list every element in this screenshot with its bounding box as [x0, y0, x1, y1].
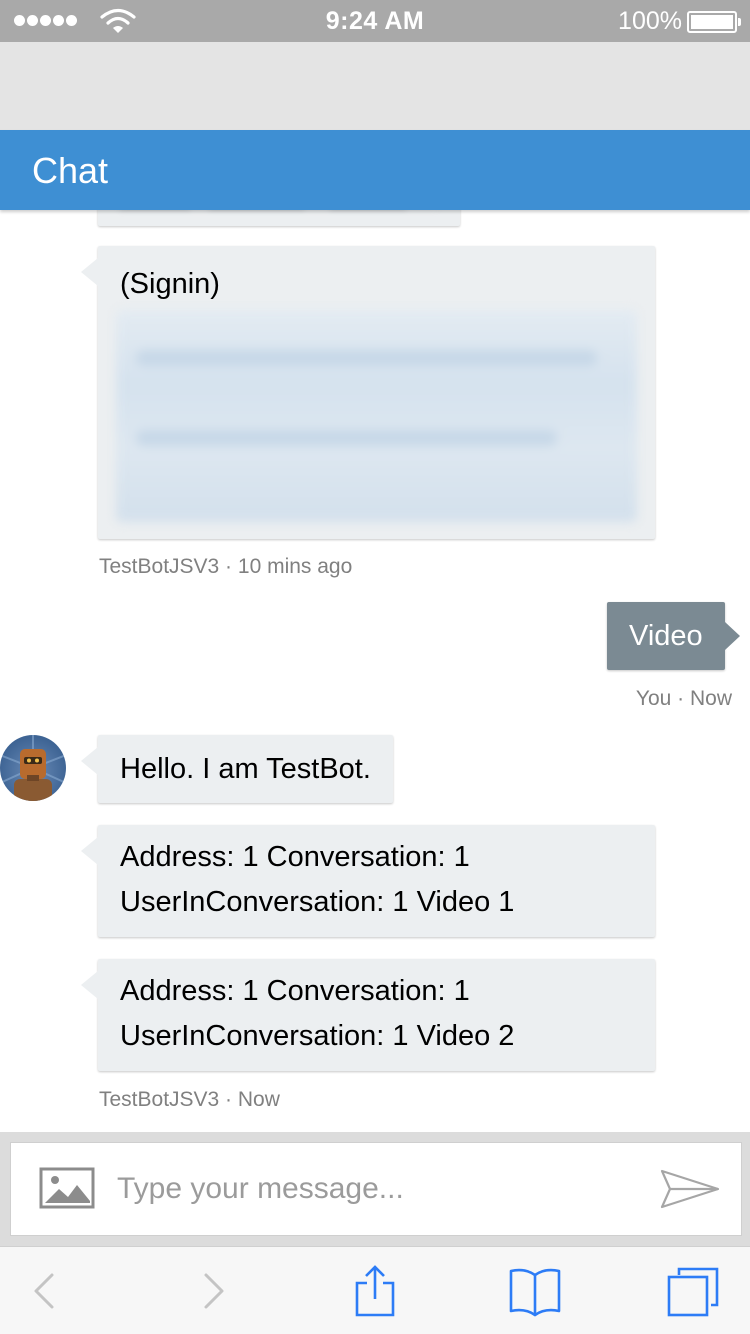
browser-top-bar [0, 42, 750, 130]
image-upload-icon[interactable] [39, 1167, 95, 1209]
browser-toolbar [0, 1246, 750, 1334]
message-input[interactable] [117, 1161, 637, 1217]
status-bar: 9:24 AM 100% [0, 0, 750, 42]
user-message-bubble: Video [607, 602, 740, 670]
forward-icon [204, 1273, 224, 1309]
tabs-button[interactable] [665, 1265, 721, 1317]
send-icon[interactable] [659, 1167, 721, 1211]
signin-card[interactable]: (Signin) [81, 246, 655, 539]
battery-icon [687, 11, 741, 33]
chat-title: Chat [32, 150, 109, 191]
share-button[interactable] [347, 1265, 403, 1317]
bot-message-bubble: Address: 1 Conversation: 1 UserInConvers… [81, 825, 655, 937]
message-meta: TestBotJSV3 · Now [99, 1088, 280, 1111]
signin-card-title: (Signin) [120, 268, 220, 300]
bot-message-bubble: Hello. I am TestBot. [81, 735, 393, 803]
bot-message-text: Hello. I am TestBot. [120, 753, 371, 785]
message-composer [10, 1142, 742, 1236]
message-bubble-partial [98, 210, 460, 226]
message-meta: TestBotJSV3 · 10 mins ago [99, 555, 353, 578]
chat-header: Chat [0, 130, 750, 210]
user-message-text: Video [629, 620, 703, 652]
message-list[interactable]: (Signin) TestBotJSV3 · 10 mins ago Video… [0, 210, 750, 1132]
back-button[interactable] [18, 1265, 74, 1317]
battery-percent: 100% [618, 7, 682, 35]
bot-message-line: Address: 1 Conversation: 1 [120, 975, 470, 1007]
bot-message-line: UserInConversation: 1 Video 1 [120, 886, 515, 918]
bookmarks-button[interactable] [507, 1265, 563, 1317]
share-icon [355, 1265, 395, 1317]
bookmarks-icon [509, 1268, 561, 1317]
bot-message-line: Address: 1 Conversation: 1 [120, 841, 470, 873]
user-message-meta: You · Now [635, 687, 732, 710]
signin-card-obscured-content [116, 310, 637, 522]
bot-message-line: UserInConversation: 1 Video 2 [120, 1020, 515, 1052]
bot-message-bubble: Address: 1 Conversation: 1 UserInConvers… [81, 959, 655, 1071]
forward-button[interactable] [184, 1265, 240, 1317]
tabs-icon [667, 1267, 719, 1317]
back-icon [34, 1273, 54, 1309]
bot-avatar [0, 735, 66, 801]
